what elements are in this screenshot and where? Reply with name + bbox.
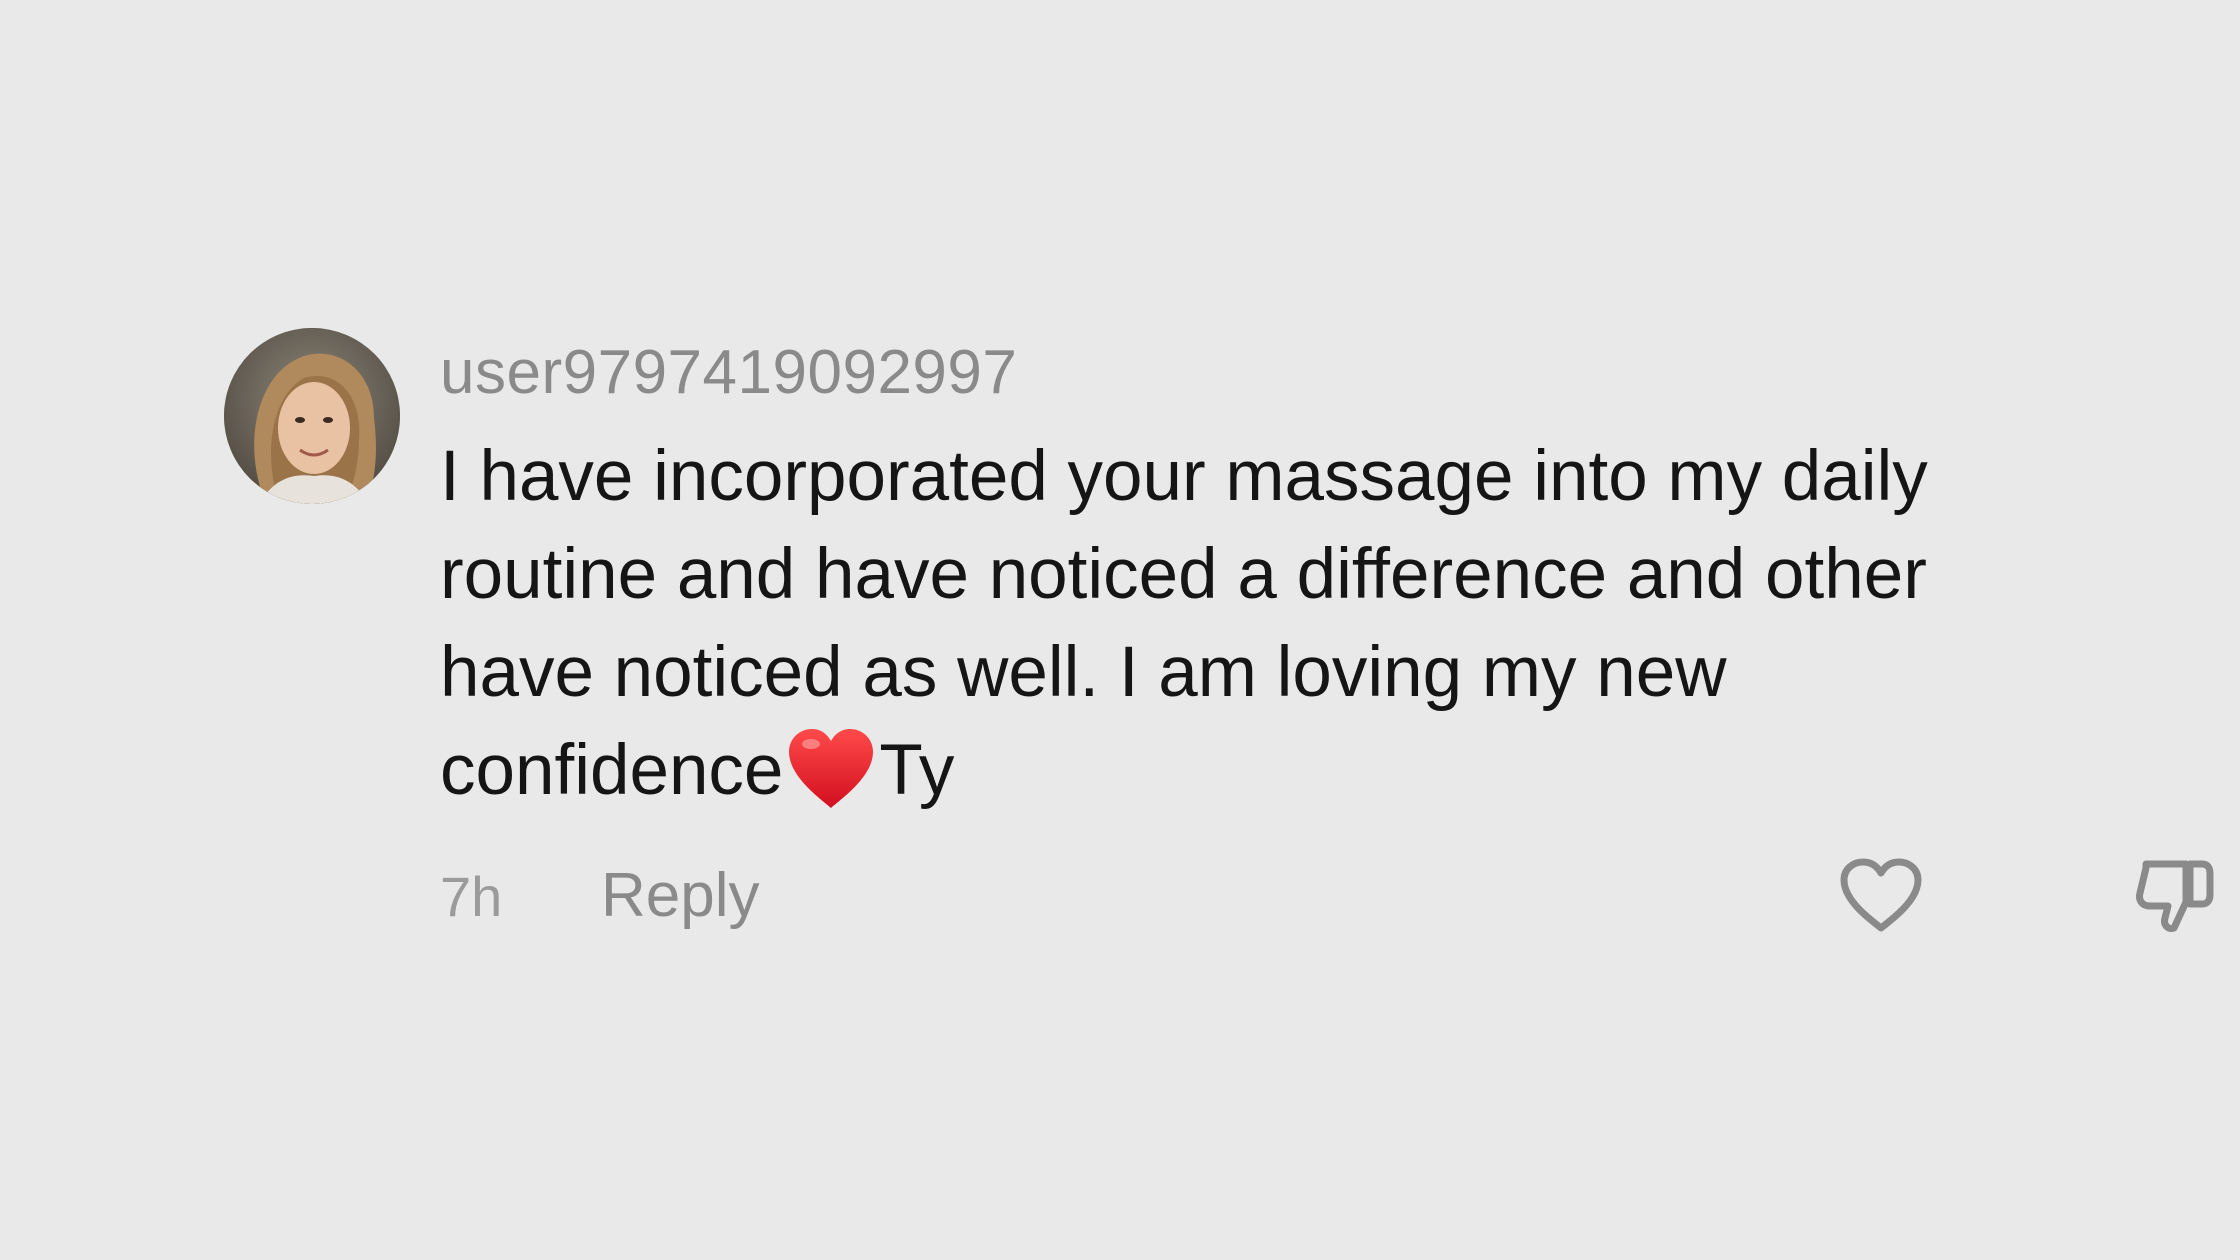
reply-button[interactable]: Reply xyxy=(601,860,760,932)
comment-item: user9797419092997 I have incorporated yo… xyxy=(224,326,2214,966)
thumbs-down-icon xyxy=(2136,860,2214,932)
avatar-image xyxy=(224,328,400,504)
like-button[interactable] xyxy=(1836,856,1926,936)
dislike-button[interactable] xyxy=(2130,850,2220,940)
username[interactable]: user9797419092997 xyxy=(440,334,1017,412)
comment-text: I have incorporated your massage into my… xyxy=(440,428,2000,820)
comment-actions: 7h Reply xyxy=(440,856,2214,936)
timestamp: 7h xyxy=(440,865,503,928)
red-heart-emoji-icon xyxy=(785,726,877,812)
comment-text-main: I have incorporated your massage into my… xyxy=(440,437,1928,810)
comment-text-end: Ty xyxy=(879,731,955,810)
avatar[interactable] xyxy=(224,328,400,504)
heart-outline-icon xyxy=(1840,858,1922,932)
